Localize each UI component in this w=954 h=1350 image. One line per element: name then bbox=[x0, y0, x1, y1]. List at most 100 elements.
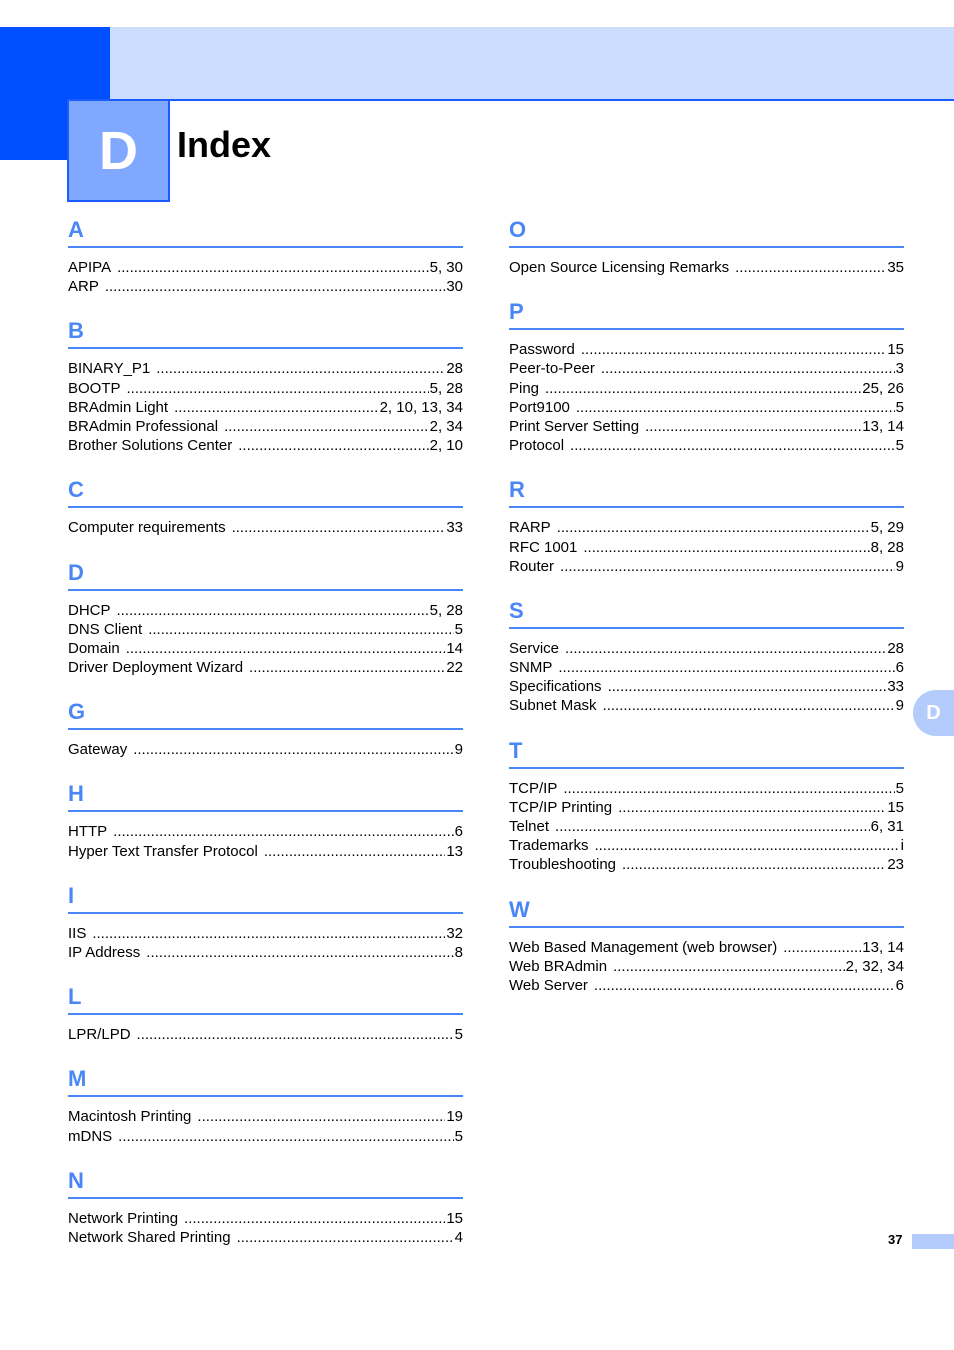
index-page-refs[interactable]: 2, 32, 34 bbox=[845, 957, 904, 976]
index-term: DHCP bbox=[68, 601, 111, 619]
index-page-refs[interactable]: 4 bbox=[454, 1228, 463, 1247]
index-entry[interactable]: Hyper Text Transfer Protocol 13 bbox=[68, 842, 463, 861]
index-page-refs[interactable]: 6 bbox=[454, 822, 463, 841]
index-page-refs[interactable]: 5 bbox=[895, 398, 904, 417]
index-entry[interactable]: HTTP 6 bbox=[68, 822, 463, 841]
index-entry[interactable]: BOOTP 5, 28 bbox=[68, 379, 463, 398]
index-entry[interactable]: RFC 1001 8, 28 bbox=[509, 538, 904, 557]
index-entry[interactable]: Gateway 9 bbox=[68, 740, 463, 759]
index-entry[interactable]: Print Server Setting 13, 14 bbox=[509, 417, 904, 436]
section-letter-heading: H bbox=[68, 778, 463, 813]
index-entry[interactable]: SNMP 6 bbox=[509, 658, 904, 677]
index-page-refs[interactable]: 5, 28 bbox=[429, 601, 463, 620]
index-page-refs[interactable]: 32 bbox=[445, 924, 463, 943]
index-page-refs[interactable]: 5 bbox=[454, 620, 463, 639]
index-page-refs[interactable]: 33 bbox=[445, 518, 463, 537]
index-page-refs[interactable]: 6 bbox=[895, 658, 904, 677]
index-entry[interactable]: Web BRAdmin 2, 32, 34 bbox=[509, 957, 904, 976]
index-entry[interactable]: RARP 5, 29 bbox=[509, 518, 904, 537]
index-entry[interactable]: Web Based Management (web browser) 13, 14 bbox=[509, 938, 904, 957]
index-entry[interactable]: Subnet Mask 9 bbox=[509, 696, 904, 715]
index-page-refs[interactable]: 13 bbox=[445, 842, 463, 861]
index-entry[interactable]: Protocol 5 bbox=[509, 436, 904, 455]
index-entry[interactable]: DNS Client 5 bbox=[68, 620, 463, 639]
index-page-refs[interactable]: 5, 30 bbox=[429, 258, 463, 277]
section-letter-heading: S bbox=[509, 595, 904, 629]
index-entry[interactable]: ARP 30 bbox=[68, 277, 463, 296]
index-entry[interactable]: Service 28 bbox=[509, 639, 904, 658]
section-letter-heading: M bbox=[68, 1063, 463, 1098]
index-entry[interactable]: BRAdmin Light 2, 10, 13, 34 bbox=[68, 398, 463, 417]
index-page-refs[interactable]: 15 bbox=[886, 798, 904, 817]
index-page-refs[interactable]: 23 bbox=[886, 855, 904, 874]
index-page-refs[interactable]: 5, 29 bbox=[870, 518, 904, 537]
index-page-refs[interactable]: 13, 14 bbox=[861, 938, 904, 957]
index-page-refs[interactable]: 19 bbox=[445, 1107, 463, 1126]
index-term: Peer-to-Peer bbox=[509, 360, 595, 378]
index-entry[interactable]: Specifications 33 bbox=[509, 677, 904, 696]
dot-leader bbox=[583, 538, 869, 557]
index-page-refs[interactable]: 5 bbox=[895, 436, 904, 455]
index-page-refs[interactable]: 6 bbox=[895, 976, 904, 995]
index-page-refs[interactable]: 6, 31 bbox=[870, 817, 904, 836]
index-page-refs[interactable]: 3 bbox=[895, 359, 904, 378]
index-entry[interactable]: DHCP 5, 28 bbox=[68, 601, 463, 620]
index-entry[interactable]: Open Source Licensing Remarks 35 bbox=[509, 258, 904, 277]
index-page-refs[interactable]: 2, 10 bbox=[429, 436, 463, 455]
index-entry[interactable]: Brother Solutions Center 2, 10 bbox=[68, 436, 463, 455]
index-entry[interactable]: Password 15 bbox=[509, 340, 904, 359]
index-term: Trademarks bbox=[509, 837, 589, 855]
index-entry[interactable]: BRAdmin Professional 2, 34 bbox=[68, 417, 463, 436]
index-entry[interactable]: TCP/IP Printing 15 bbox=[509, 798, 904, 817]
index-page-refs[interactable]: 35 bbox=[886, 258, 904, 277]
index-entry[interactable]: IP Address 8 bbox=[68, 943, 463, 962]
index-page-refs[interactable]: 9 bbox=[895, 696, 904, 715]
index-page-refs[interactable]: 28 bbox=[445, 359, 463, 378]
index-page-refs[interactable]: 8, 28 bbox=[870, 538, 904, 557]
index-entry[interactable]: BINARY_P1 28 bbox=[68, 359, 463, 378]
index-entry[interactable]: Macintosh Printing 19 bbox=[68, 1107, 463, 1126]
index-page-refs[interactable]: 14 bbox=[445, 639, 463, 658]
index-page-refs[interactable]: 13, 14 bbox=[861, 417, 904, 436]
index-page-refs[interactable]: i bbox=[900, 836, 904, 855]
index-page-refs[interactable]: 33 bbox=[886, 677, 904, 696]
index-entry[interactable]: TCP/IP 5 bbox=[509, 779, 904, 798]
index-entry[interactable]: Driver Deployment Wizard 22 bbox=[68, 658, 463, 677]
index-entry[interactable]: Web Server 6 bbox=[509, 976, 904, 995]
index-entry[interactable]: Computer requirements 33 bbox=[68, 518, 463, 537]
index-entry[interactable]: Trademarks i bbox=[509, 836, 904, 855]
index-page-refs[interactable]: 15 bbox=[886, 340, 904, 359]
index-entry[interactable]: IIS 32 bbox=[68, 924, 463, 943]
index-page-refs[interactable]: 2, 34 bbox=[429, 417, 463, 436]
index-page-refs[interactable]: 9 bbox=[895, 557, 904, 576]
index-entry[interactable]: Network Shared Printing 4 bbox=[68, 1228, 463, 1247]
index-entry[interactable]: Router 9 bbox=[509, 557, 904, 576]
dot-leader bbox=[594, 836, 899, 855]
index-entry[interactable]: Telnet 6, 31 bbox=[509, 817, 904, 836]
index-entry[interactable]: Troubleshooting 23 bbox=[509, 855, 904, 874]
index-page-refs[interactable]: 30 bbox=[445, 277, 463, 296]
chapter-side-tab[interactable]: D bbox=[913, 690, 954, 736]
index-entry[interactable]: LPR/LPD 5 bbox=[68, 1025, 463, 1044]
index-entry[interactable]: APIPA 5, 30 bbox=[68, 258, 463, 277]
index-page-refs[interactable]: 9 bbox=[454, 740, 463, 759]
index-page-refs[interactable]: 28 bbox=[886, 639, 904, 658]
index-entry[interactable]: Network Printing 15 bbox=[68, 1209, 463, 1228]
index-entry[interactable]: mDNS 5 bbox=[68, 1127, 463, 1146]
index-entry[interactable]: Peer-to-Peer 3 bbox=[509, 359, 904, 378]
index-page-refs[interactable]: 25, 26 bbox=[861, 379, 904, 398]
index-page-refs[interactable]: 2, 10, 13, 34 bbox=[379, 398, 463, 417]
index-page-refs[interactable]: 5 bbox=[454, 1127, 463, 1146]
index-entry[interactable]: Ping 25, 26 bbox=[509, 379, 904, 398]
index-entry[interactable]: Domain 14 bbox=[68, 639, 463, 658]
index-page-refs[interactable]: 22 bbox=[445, 658, 463, 677]
index-page-refs[interactable]: 5 bbox=[454, 1025, 463, 1044]
index-entry[interactable]: Port9100 5 bbox=[509, 398, 904, 417]
index-page-refs[interactable]: 8 bbox=[454, 943, 463, 962]
index-page-refs[interactable]: 5, 28 bbox=[429, 379, 463, 398]
dot-leader bbox=[137, 1025, 454, 1044]
index-page-refs[interactable]: 15 bbox=[445, 1209, 463, 1228]
index-page-refs[interactable]: 5 bbox=[895, 779, 904, 798]
